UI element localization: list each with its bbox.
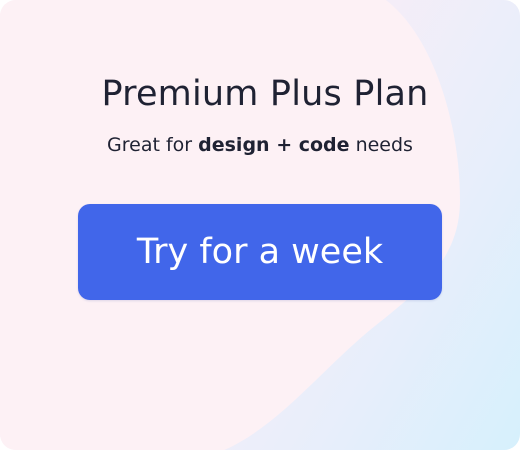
plan-title: Premium Plus Plan	[101, 74, 429, 114]
plan-card: Premium Plus Plan Great for design + cod…	[0, 0, 520, 450]
subtitle-suffix: needs	[349, 134, 413, 156]
plan-content: Premium Plus Plan Great for design + cod…	[0, 0, 520, 450]
try-for-a-week-button[interactable]: Try for a week	[78, 204, 442, 300]
plan-subtitle: Great for design + code needs	[0, 134, 520, 156]
subtitle-highlight: design + code	[198, 134, 350, 156]
subtitle-prefix: Great for	[107, 134, 199, 156]
